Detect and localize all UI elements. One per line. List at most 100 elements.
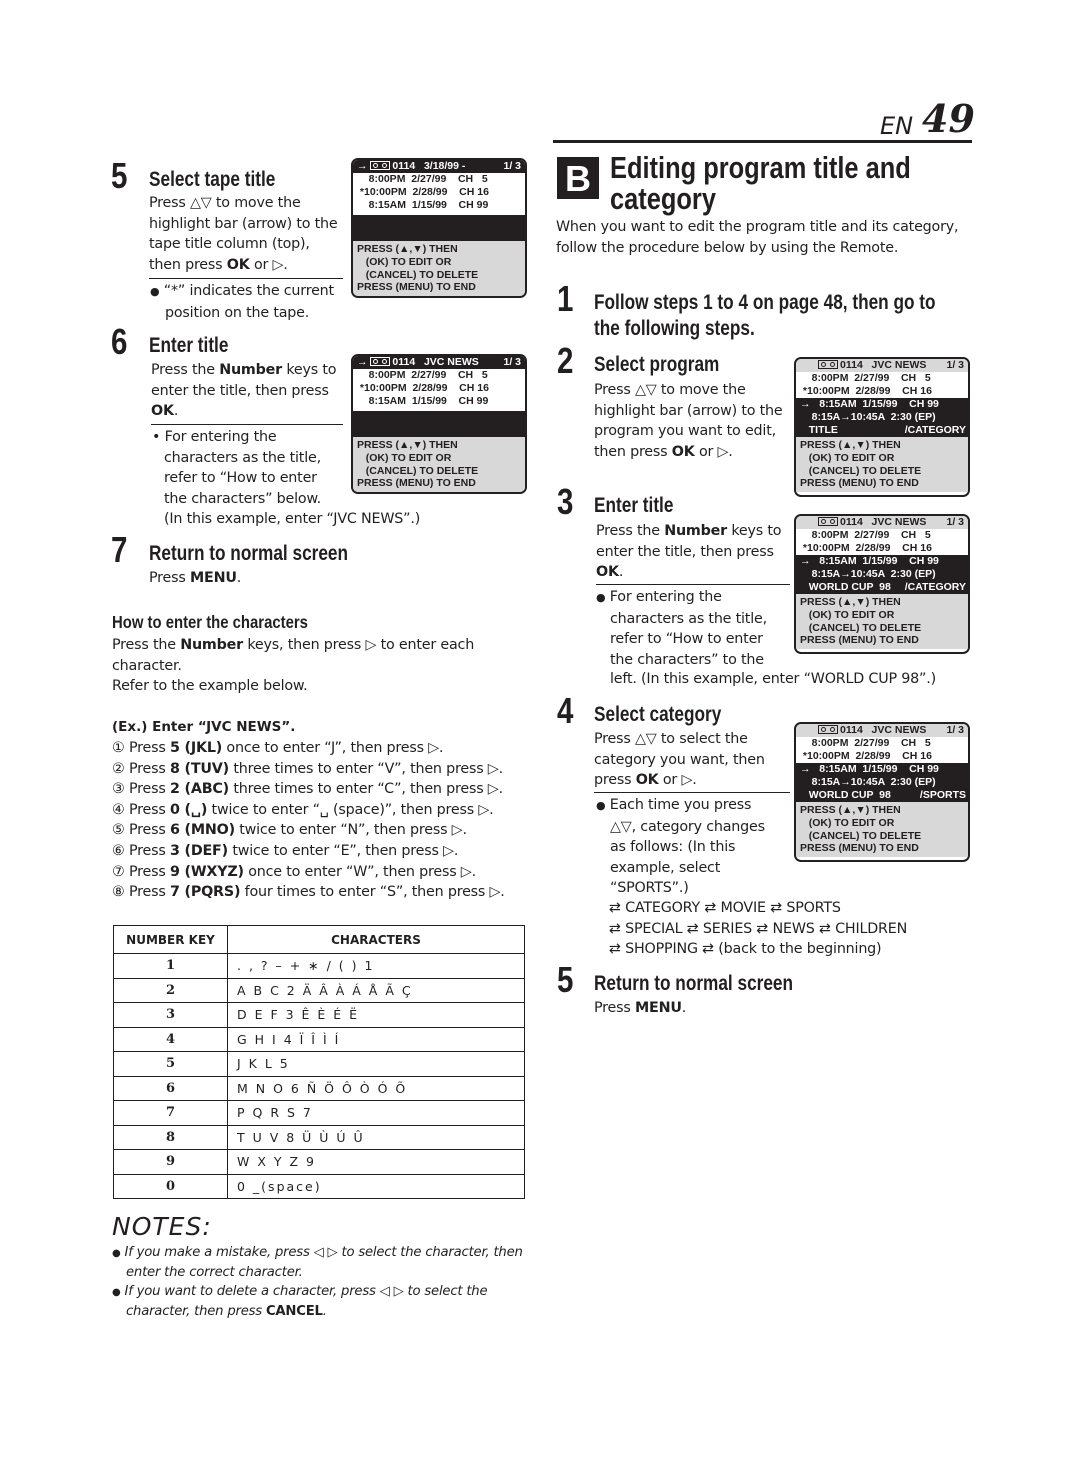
section-letter: B: [565, 158, 591, 199]
table-row: 1. , ? – + ∗ / ( ) 1: [113, 953, 525, 979]
text-line: “SPORTS”.): [610, 880, 689, 897]
cycle-line: ⇄ SPECIAL ⇄ SERIES ⇄ NEWS ⇄ CHILDREN: [609, 920, 908, 937]
chars-cell: M N O 6 Ñ Ö Ô Ò Ó Õ: [227, 1075, 525, 1101]
key-cell: 4: [113, 1026, 228, 1052]
text-line: as follows: (In this: [610, 839, 736, 856]
chars-cell: G H I 4 Ï Î Ì Í: [227, 1026, 525, 1052]
text-line: press OK or ▷.: [594, 772, 697, 789]
osd-instructions: PRESS (▲,▼) THEN (OK) TO EDIT OR (CANCEL…: [796, 594, 968, 650]
title-line: category: [610, 181, 716, 216]
key-cell: 8: [113, 1124, 228, 1150]
text-line: category you want, then: [594, 751, 765, 768]
osd-row: 8:00PM 2/27/99 CH 5: [800, 529, 931, 541]
language-code: EN: [880, 112, 914, 140]
step-5-title: Select tape title: [149, 168, 276, 191]
osd-header-row: 0114 JVC NEWS 1/ 3: [796, 516, 968, 529]
text-line: enter the title, then press: [596, 543, 774, 560]
osd-row: 8:15AM 1/15/99 CH 99: [357, 199, 489, 211]
r-step-5-title: Return to normal screen: [594, 972, 794, 995]
example-step: ⑤ Press 6 (MNO) twice to enter “N”, then…: [112, 822, 467, 839]
step-5-number: 5: [111, 155, 128, 196]
osd-instructions: PRESS (▲,▼) THEN (OK) TO EDIT OR (CANCEL…: [353, 241, 525, 296]
howto-text: Press the Number keys, then press ▷ to e…: [112, 635, 532, 697]
osd-selected-row: → 8:15AM 1/15/99 CH 99: [796, 555, 968, 568]
osd-screen-enter-title: → 0114 JVC NEWS 1/ 3 8:00PM 2/27/99 CH 5 …: [351, 354, 527, 494]
table-row: 4G H I 4 Ï Î Ì Í: [113, 1026, 525, 1052]
example-step: ⑧ Press 7 (PQRS) four times to enter “S”…: [112, 884, 505, 901]
text-line: OK.: [151, 403, 179, 420]
text-line: Press the Number keys, then press ▷ to e…: [112, 637, 475, 653]
table-row: 9W X Y Z 9: [113, 1149, 525, 1175]
step-6-note: • For entering the characters as the tit…: [152, 427, 352, 509]
r-step-1-number: 1: [557, 278, 574, 319]
section-intro: When you want to edit the program title …: [556, 217, 976, 258]
osd-screen-enter-title-world-cup: 0114 JVC NEWS 1/ 3 8:00PM 2/27/99 CH 5 *1…: [794, 514, 970, 654]
text-line: OK.: [596, 564, 624, 581]
osd-row: 8:00PM 2/27/99 CH 5: [800, 737, 931, 749]
text-line: When you want to edit the program title …: [556, 219, 959, 235]
text-line: characters as the title,: [164, 449, 321, 466]
text-line: enter the title, then press: [151, 382, 329, 399]
osd-selected-row: → 8:15AM 1/15/99 CH 99: [796, 763, 968, 776]
osd-row: *10:00PM 2/28/99 CH 16: [357, 382, 489, 394]
section-letter-badge: B: [557, 157, 599, 199]
cycle-line: ⇄ CATEGORY ⇄ MOVIE ⇄ SPORTS: [609, 900, 841, 916]
divider: [149, 278, 343, 279]
title-line: the following steps.: [594, 317, 755, 340]
text-line: characters as the title,: [610, 610, 767, 627]
text-line: then press OK or ▷.: [149, 256, 288, 273]
key-cell: 7: [113, 1100, 228, 1126]
osd-screen-select-category: 0114 JVC NEWS 1/ 3 8:00PM 2/27/99 CH 5 *1…: [794, 722, 970, 862]
tape-icon: [818, 517, 838, 526]
step-5-note: ● “*” indicates the current position on …: [150, 281, 350, 323]
key-cell: 2: [113, 977, 228, 1003]
r-step-1-title: Follow steps 1 to 4 on page 48, then go …: [594, 290, 936, 342]
note-item-cont: enter the correct character.: [126, 1265, 303, 1280]
osd-row: 8:00PM 2/27/99 CH 5: [357, 173, 488, 185]
table-row: 5J K L 5: [113, 1051, 525, 1077]
example-step: ⑦ Press 9 (WXYZ) once to enter “W”, then…: [112, 863, 476, 880]
osd-time-row: 8:15A→10:45A 2:30 (EP): [796, 568, 968, 581]
text-line: example, select: [610, 859, 721, 876]
chars-cell: D E F 3 Ê È É Ë: [227, 1002, 525, 1028]
text-line: then press OK or ▷.: [594, 443, 733, 460]
divider: [151, 424, 343, 425]
table-row: 7P Q R S 7: [113, 1100, 525, 1126]
osd-title-row: TITLE/CATEGORY: [796, 424, 968, 437]
osd-row: *10:00PM 2/28/99 CH 16: [357, 186, 489, 198]
example-title: (Ex.) Enter “JVC NEWS”.: [112, 719, 296, 735]
chars-cell: J K L 5: [227, 1051, 525, 1077]
notes-title: NOTES:: [112, 1212, 212, 1241]
chars-cell: P Q R S 7: [227, 1100, 525, 1126]
chars-cell: . , ? – + ∗ / ( ) 1: [227, 953, 525, 979]
r-step-2-text: Press △▽ to move the highlight bar (arro…: [594, 380, 794, 462]
osd-time-row: 8:15A→10:45A 2:30 (EP): [796, 411, 968, 424]
tape-icon: [370, 357, 391, 366]
text-line: Press the Number keys to: [151, 362, 337, 378]
osd-row: 8:15AM 1/15/99 CH 99: [357, 395, 489, 407]
step-7-title: Return to normal screen: [149, 542, 349, 565]
text-line: follow the procedure below by using the …: [556, 239, 899, 256]
key-cell: 0: [113, 1173, 228, 1199]
text-line: the characters” to the: [610, 651, 764, 668]
r-step-3-note: ● For entering the characters as the tit…: [596, 587, 796, 670]
r-step-2-title: Select program: [594, 353, 720, 376]
r-step-5-number: 5: [557, 959, 574, 1000]
text-line: ● For entering the: [596, 589, 722, 605]
osd-title-row: WORLD CUP 98/SPORTS: [796, 789, 968, 802]
osd-row: *10:00PM 2/28/99 CH 16: [800, 750, 932, 762]
text-line: highlight bar (arrow) to the: [149, 215, 338, 232]
divider: [594, 792, 790, 793]
r-step-3-example: left. (In this example, enter “WORLD CUP…: [610, 671, 936, 687]
chars-cell: 0 _(space): [227, 1173, 525, 1199]
osd-time-row: 8:15A→10:45A 2:30 (EP): [796, 776, 968, 789]
step-5-text: Press △▽ to move the highlight bar (arro…: [149, 193, 349, 275]
text-line: the characters” below.: [164, 490, 321, 507]
osd-instructions: PRESS (▲,▼) THEN (OK) TO EDIT OR (CANCEL…: [796, 437, 968, 493]
section-title: Editing program title and category: [610, 152, 911, 214]
osd-instructions: PRESS (▲,▼) THEN (OK) TO EDIT OR (CANCEL…: [353, 437, 525, 492]
tape-icon: [818, 360, 838, 369]
example-steps: ① Press 5 (JKL) once to enter “J”, then …: [112, 738, 532, 903]
r-step-3-title: Enter title: [594, 494, 674, 517]
example-step: ④ Press 0 (␣) twice to enter “␣ (space)”…: [112, 801, 494, 818]
